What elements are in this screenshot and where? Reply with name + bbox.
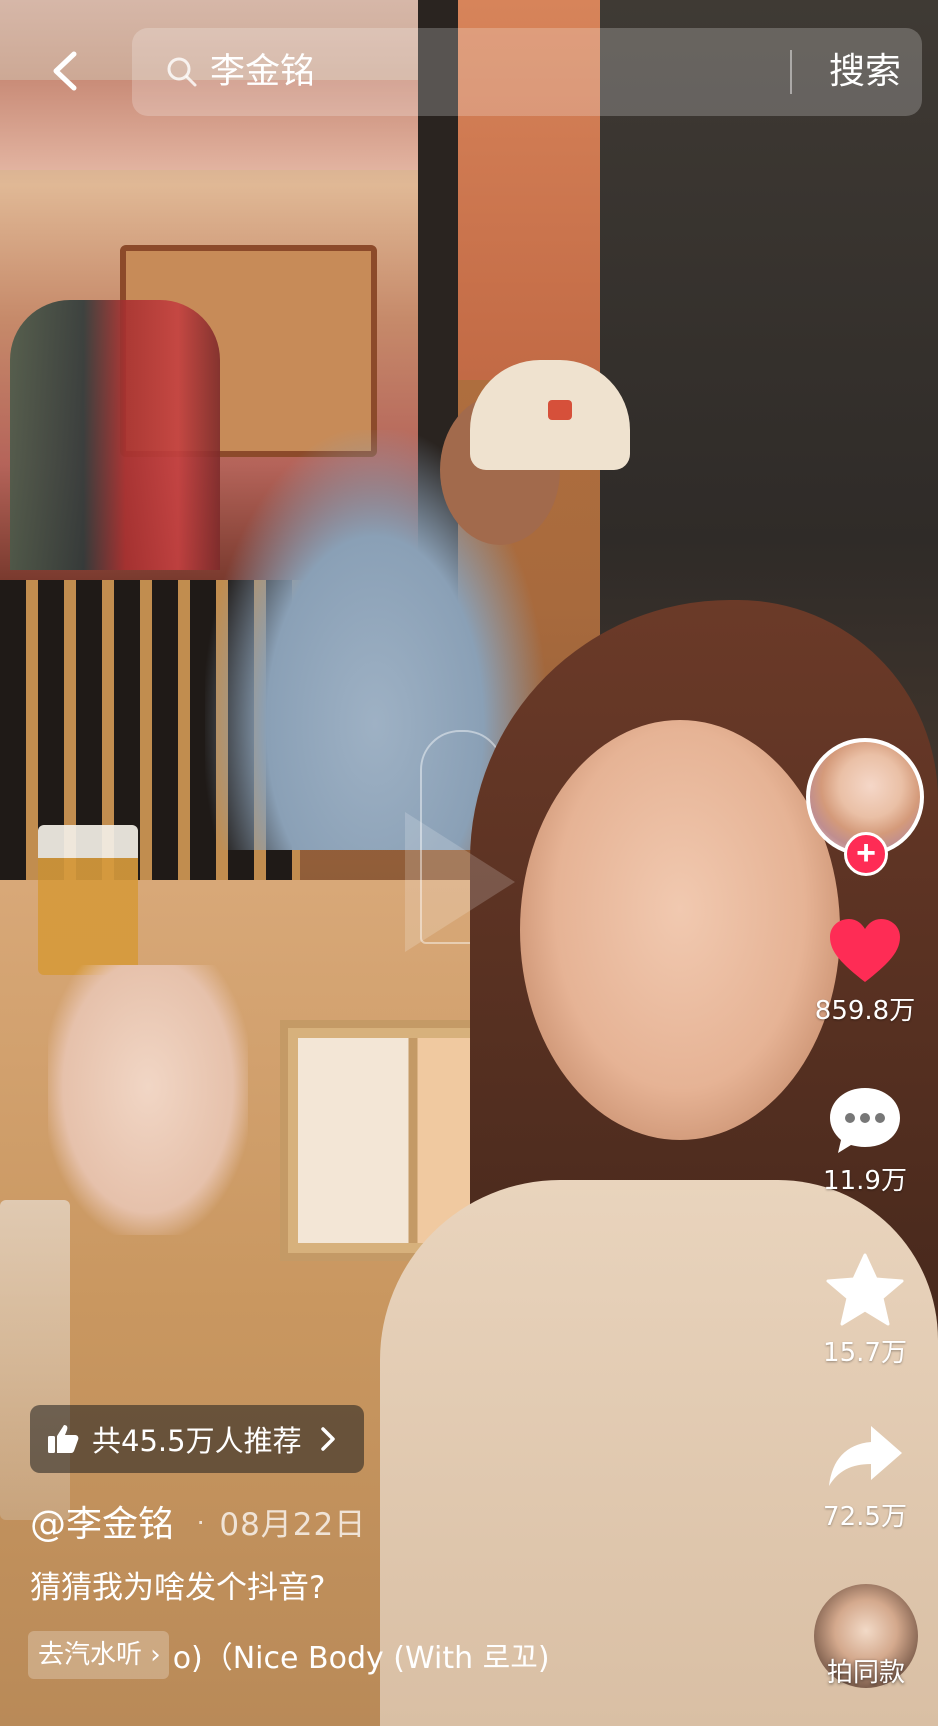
comment-button[interactable]: 11.9万: [810, 1084, 920, 1197]
play-icon: [405, 812, 515, 952]
waving-hand: [48, 965, 248, 1235]
music-title[interactable]: o)（Nice Body (With 로꼬): [173, 1633, 550, 1677]
author-avatar-button[interactable]: +: [806, 738, 924, 876]
star-icon: [826, 1253, 904, 1326]
thumbs-up-icon: [48, 1425, 79, 1453]
like-count: 859.8万: [814, 996, 916, 1026]
author-line: @李金铭 · 08月22日: [30, 1496, 366, 1546]
recommend-label: 共45.5万人推荐: [92, 1424, 302, 1458]
same-style-label: 拍同款: [826, 1658, 905, 1688]
chevron-right-icon: [320, 1427, 335, 1451]
beer-glass: [38, 825, 138, 975]
music-row: 去汽水听 › o)（Nice Body (With 로꼬): [28, 1630, 550, 1680]
listen-label: 去汽水听: [38, 1640, 143, 1670]
search-input[interactable]: [210, 42, 770, 102]
follow-button[interactable]: +: [844, 832, 888, 876]
search-divider: [790, 50, 792, 94]
author-name[interactable]: @李金铭: [30, 1495, 174, 1547]
listen-in-qishui-button[interactable]: 去汽水听 ›: [28, 1631, 169, 1679]
favorite-button[interactable]: 15.7万: [810, 1252, 920, 1369]
search-button[interactable]: 搜索: [820, 44, 910, 100]
share-icon: [829, 1426, 902, 1486]
comment-icon: [830, 1088, 900, 1153]
cap: [470, 360, 630, 470]
search-icon: [167, 57, 197, 87]
separator-dot: ·: [196, 1505, 206, 1536]
same-style-button[interactable]: 拍同款: [810, 1584, 922, 1696]
recommend-pill[interactable]: 共45.5万人推荐: [30, 1405, 364, 1473]
share-button[interactable]: 72.5万: [810, 1422, 920, 1533]
heart-icon: [830, 919, 900, 982]
comment-count: 11.9万: [823, 1166, 907, 1196]
back-button[interactable]: [44, 48, 90, 94]
woman-face: [520, 720, 840, 1140]
post-date: 08月22日: [219, 1506, 367, 1543]
back-arrow-icon: [53, 51, 77, 91]
plus-icon: +: [856, 834, 876, 872]
share-count: 72.5万: [823, 1502, 907, 1532]
chevron-right-icon: ›: [142, 1640, 161, 1670]
like-button[interactable]: 859.8万: [810, 916, 920, 1027]
search-bar[interactable]: 搜索: [132, 28, 922, 116]
video-caption[interactable]: 猜猜我为啥发个抖音?: [30, 1562, 325, 1607]
favorite-count: 15.7万: [823, 1338, 907, 1368]
